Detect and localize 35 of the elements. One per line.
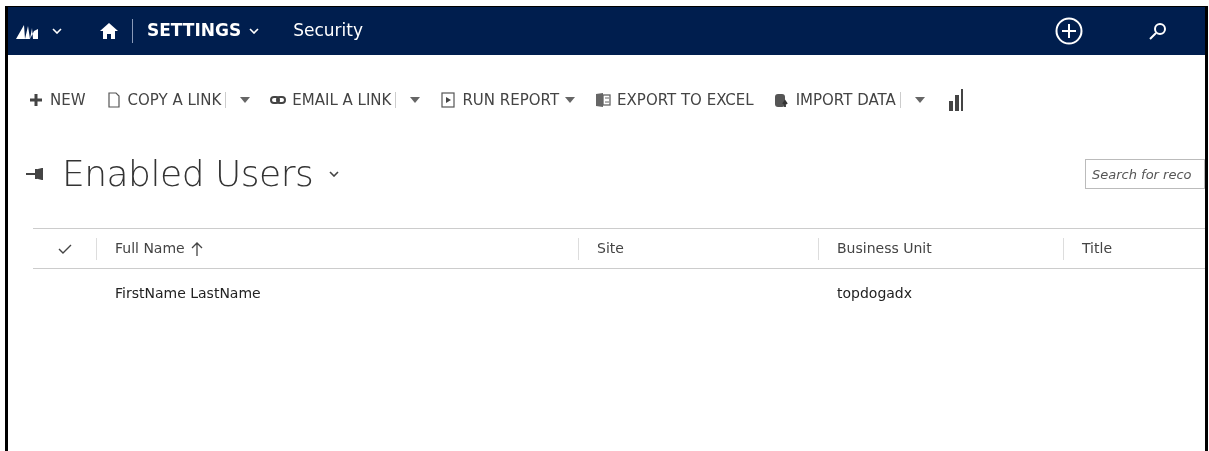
table-cell: topdogadx bbox=[837, 284, 913, 301]
chevron-icon bbox=[249, 28, 260, 34]
database-icon bbox=[773, 92, 790, 108]
search-field[interactable]: Search for reco bbox=[1085, 159, 1205, 189]
plus-icon bbox=[28, 92, 44, 108]
checkmark-icon[interactable] bbox=[57, 243, 72, 254]
caret-icon bbox=[565, 97, 576, 103]
toolbar-button[interactable]: IMPORT DATA bbox=[763, 88, 906, 112]
chevron-icon[interactable] bbox=[52, 28, 62, 34]
logo-icon[interactable] bbox=[16, 23, 38, 39]
caret-icon bbox=[914, 97, 925, 103]
pin-icon[interactable] bbox=[26, 168, 44, 180]
column-header[interactable]: Full Name bbox=[115, 238, 185, 259]
caret-icon bbox=[240, 97, 251, 103]
view-selector[interactable]: Enabled Users bbox=[62, 147, 340, 201]
search-icon[interactable] bbox=[1149, 22, 1167, 40]
page-title: Security bbox=[293, 19, 363, 43]
chart-icon[interactable] bbox=[948, 89, 963, 111]
area-menu[interactable]: SETTINGS bbox=[147, 18, 260, 44]
toolbar-button[interactable]: EXPORT TO EXCEL bbox=[585, 88, 764, 112]
caret-icon bbox=[410, 97, 421, 103]
column-header[interactable]: Business Unit bbox=[837, 238, 932, 259]
column-header[interactable]: Title bbox=[1082, 238, 1112, 259]
toolbar-button[interactable]: COPY A LINK bbox=[95, 88, 232, 112]
add-icon[interactable] bbox=[1055, 17, 1083, 45]
toolbar-button[interactable]: NEW bbox=[18, 88, 96, 112]
home-icon[interactable] bbox=[100, 23, 118, 39]
toolbar-button[interactable]: EMAIL A LINK bbox=[260, 88, 402, 112]
chevron-icon bbox=[329, 171, 340, 177]
column-header[interactable]: Site bbox=[597, 238, 624, 259]
toolbar-button[interactable]: RUN REPORT bbox=[430, 88, 586, 112]
spreadsheet-icon bbox=[595, 92, 612, 108]
page-icon bbox=[105, 92, 122, 108]
report-icon bbox=[440, 92, 457, 108]
table-cell: FirstName LastName bbox=[115, 284, 261, 301]
